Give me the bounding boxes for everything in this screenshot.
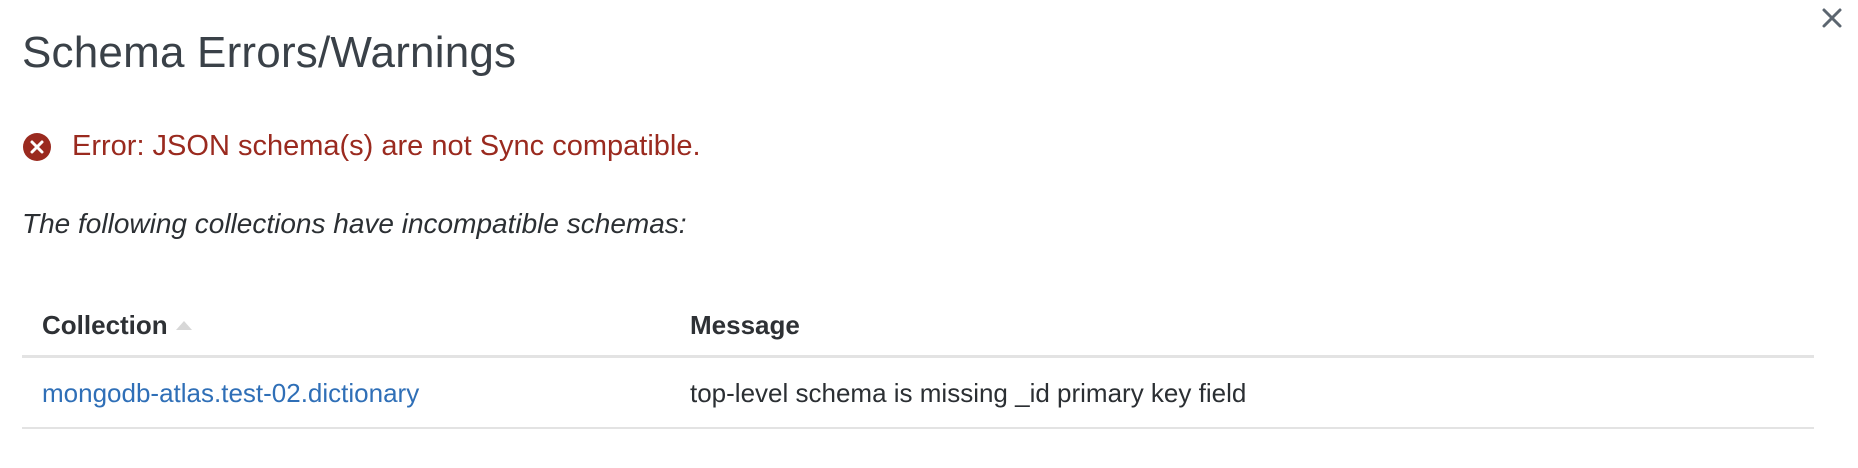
column-header-label: Collection xyxy=(42,310,168,340)
error-banner: Error: JSON schema(s) are not Sync compa… xyxy=(22,130,701,163)
close-button[interactable] xyxy=(1816,2,1848,34)
schema-errors-modal: Schema Errors/Warnings Error: JSON schem… xyxy=(0,0,1858,468)
schema-errors-table: Collection Message mongodb-atlas.test-02… xyxy=(22,292,1814,429)
column-header-label: Message xyxy=(690,310,800,340)
collection-link[interactable]: mongodb-atlas.test-02.dictionary xyxy=(42,378,419,408)
table-header-row: Collection Message xyxy=(22,292,1814,358)
error-message: Error: JSON schema(s) are not Sync compa… xyxy=(72,130,701,162)
column-header-collection[interactable]: Collection xyxy=(22,292,670,358)
column-header-message: Message xyxy=(670,292,1814,358)
table-row: mongodb-atlas.test-02.dictionary top-lev… xyxy=(22,356,1814,429)
error-circle-x-icon xyxy=(23,132,51,161)
modal-title: Schema Errors/Warnings xyxy=(22,28,517,77)
collection-cell: mongodb-atlas.test-02.dictionary xyxy=(22,356,670,429)
incompatible-collections-subtitle: The following collections have incompati… xyxy=(22,208,687,239)
sort-ascending-icon[interactable] xyxy=(175,320,192,330)
close-icon[interactable] xyxy=(1820,6,1844,30)
message-cell: top-level schema is missing _id primary … xyxy=(670,356,1814,429)
